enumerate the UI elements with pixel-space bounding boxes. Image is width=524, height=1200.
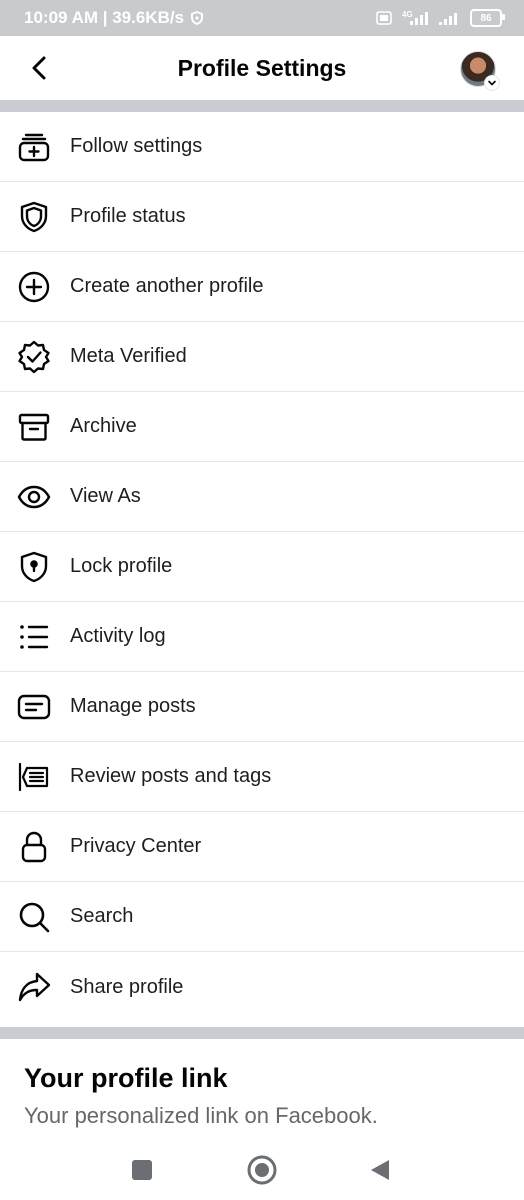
signal-4g-icon: 4G bbox=[400, 10, 430, 26]
menu-label: View As bbox=[70, 485, 141, 507]
menu-item-review-posts[interactable]: Review posts and tags bbox=[0, 742, 524, 812]
status-left: 10:09 AM | 39.6KB/s bbox=[24, 8, 204, 28]
menu-label: Archive bbox=[70, 415, 137, 437]
search-icon bbox=[16, 899, 52, 935]
profile-link-subtitle: Your personalized link on Facebook. bbox=[24, 1103, 378, 1128]
follow-settings-icon bbox=[16, 129, 52, 165]
profile-switcher[interactable] bbox=[460, 51, 499, 90]
vpn-icon bbox=[190, 11, 204, 25]
back-arrow-icon bbox=[32, 56, 46, 80]
eye-icon bbox=[16, 479, 52, 515]
menu-label: Follow settings bbox=[70, 135, 203, 157]
status-right: 4G 86 bbox=[376, 9, 505, 27]
battery-level: 86 bbox=[480, 12, 492, 24]
menu-label: Share profile bbox=[70, 975, 184, 998]
network-label: 4G bbox=[402, 10, 413, 19]
menu-item-meta-verified[interactable]: Meta Verified bbox=[0, 322, 524, 392]
plus-circle-icon bbox=[16, 269, 52, 305]
battery-icon: 86 bbox=[470, 9, 505, 27]
recents-button[interactable] bbox=[124, 1152, 160, 1188]
system-nav-bar bbox=[0, 1140, 524, 1200]
menu-item-activity-log[interactable]: Activity log bbox=[0, 602, 524, 672]
volte-icon bbox=[376, 11, 392, 25]
menu-label: Privacy Center bbox=[70, 835, 202, 857]
chevron-down-icon bbox=[485, 76, 499, 90]
shield-icon bbox=[16, 199, 52, 235]
menu-item-follow-settings[interactable]: Follow settings bbox=[0, 112, 524, 182]
menu-item-profile-status[interactable]: Profile status bbox=[0, 182, 524, 252]
menu-item-search[interactable]: Search bbox=[0, 882, 524, 952]
menu-label: Manage posts bbox=[70, 695, 196, 717]
lock-shield-icon bbox=[16, 549, 52, 585]
list-icon bbox=[16, 619, 52, 655]
signal-icon bbox=[438, 10, 462, 26]
menu-item-manage-posts[interactable]: Manage posts bbox=[0, 672, 524, 742]
profile-link-title: Your profile link bbox=[24, 1063, 228, 1093]
back-button[interactable] bbox=[22, 50, 58, 86]
menu-item-archive[interactable]: Archive bbox=[0, 392, 524, 462]
status-time-speed: 10:09 AM | 39.6KB/s bbox=[24, 8, 185, 27]
menu-label: Activity log bbox=[70, 625, 166, 647]
archive-box-icon bbox=[16, 409, 52, 445]
menu-label: Profile status bbox=[70, 205, 186, 227]
section-divider bbox=[0, 1027, 524, 1039]
padlock-icon bbox=[16, 829, 52, 865]
menu-item-privacy-center[interactable]: Privacy Center bbox=[0, 812, 524, 882]
verified-badge-icon bbox=[16, 339, 52, 375]
menu-item-share-profile[interactable]: Share profile bbox=[0, 952, 524, 1022]
section-divider bbox=[0, 100, 524, 112]
menu-item-lock-profile[interactable]: Lock profile bbox=[0, 532, 524, 602]
home-button[interactable] bbox=[244, 1152, 280, 1188]
menu-label: Search bbox=[70, 905, 134, 927]
status-bar: 10:09 AM | 39.6KB/s 4G 86 bbox=[0, 0, 524, 36]
back-nav-button[interactable] bbox=[362, 1152, 398, 1188]
header: Profile Settings bbox=[0, 36, 524, 100]
manage-posts-icon bbox=[16, 689, 52, 725]
menu-label: Create another profile bbox=[70, 275, 264, 297]
review-tags-icon bbox=[16, 759, 52, 795]
share-arrow-icon bbox=[16, 969, 52, 1005]
menu-item-create-profile[interactable]: Create another profile bbox=[0, 252, 524, 322]
menu-label: Lock profile bbox=[70, 555, 173, 577]
settings-menu: Follow settings Profile status Create an… bbox=[0, 112, 524, 1022]
menu-item-view-as[interactable]: View As bbox=[0, 462, 524, 532]
home-circle-icon bbox=[247, 1155, 277, 1185]
menu-label: Meta Verified bbox=[70, 345, 187, 367]
square-icon bbox=[132, 1160, 152, 1180]
triangle-back-icon bbox=[371, 1160, 389, 1180]
page-title: Profile Settings bbox=[177, 54, 347, 81]
menu-label: Review posts and tags bbox=[70, 765, 272, 787]
